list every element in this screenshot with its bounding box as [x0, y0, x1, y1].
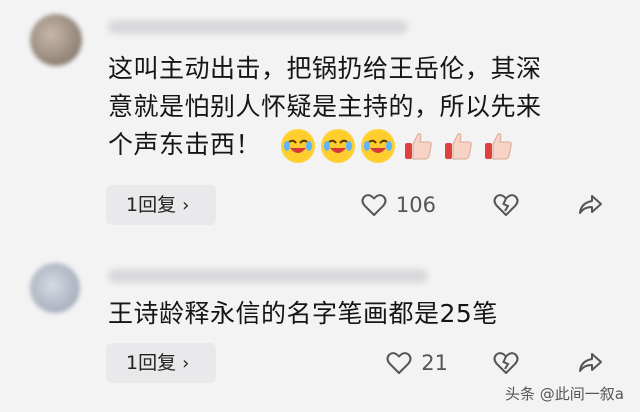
crying-laughing-emoji-icon: [321, 129, 356, 163]
share-icon[interactable]: [576, 349, 604, 377]
reply-label: 1回复: [126, 352, 177, 374]
comment-text-line: 个声东击西！: [108, 126, 608, 164]
comment-text-line: 这叫主动出击，把锅扔给王岳伦，其深: [108, 54, 542, 83]
comment-text: 王诗龄释永信的名字笔画都是25笔: [108, 295, 608, 333]
avatar[interactable]: [30, 263, 80, 313]
chevron-right-icon: ›: [182, 353, 190, 374]
reply-label: 1回复: [126, 194, 177, 216]
thumbs-up-emoji-icon: [445, 133, 473, 160]
comment-text-line: 意就是怕别人怀疑是主持的，所以先来: [108, 92, 542, 121]
thumbs-up-emoji-icon: [485, 133, 513, 160]
watermark: 头条 @此间一叙a: [505, 385, 624, 403]
heart-icon: [386, 352, 412, 374]
like-button[interactable]: 21: [385, 349, 448, 377]
comment-item: 这叫主动出击，把锅扔给王岳伦，其深 意就是怕别人怀疑是主持的，所以先来 个声东击…: [0, 0, 640, 245]
comment-text-line: 王诗龄释永信的名字笔画都是25笔: [108, 299, 498, 328]
thumbs-up-emoji-icon: [405, 133, 433, 160]
heart-icon: [361, 194, 387, 216]
comment-actions: 106: [360, 185, 604, 225]
like-count: 106: [395, 193, 436, 217]
broken-heart-icon[interactable]: [492, 191, 520, 219]
comment-text-fragment: 个声东击西！: [108, 130, 262, 159]
broken-heart-icon[interactable]: [492, 349, 520, 377]
comment-actions: 21: [385, 343, 604, 383]
avatar[interactable]: [30, 14, 82, 66]
username-blurred: [108, 20, 408, 34]
chevron-right-icon: ›: [182, 195, 190, 216]
reply-button[interactable]: 1回复 ›: [106, 343, 216, 383]
share-icon[interactable]: [576, 191, 604, 219]
crying-laughing-emoji-icon: [361, 129, 396, 163]
like-button[interactable]: 106: [360, 191, 436, 219]
like-count: 21: [421, 351, 448, 375]
crying-laughing-emoji-icon: [281, 129, 316, 163]
reply-button[interactable]: 1回复 ›: [106, 185, 216, 225]
emoji-row: [281, 129, 515, 163]
comment-text: 这叫主动出击，把锅扔给王岳伦，其深 意就是怕别人怀疑是主持的，所以先来 个声东击…: [108, 50, 608, 164]
username-blurred: [108, 269, 428, 283]
